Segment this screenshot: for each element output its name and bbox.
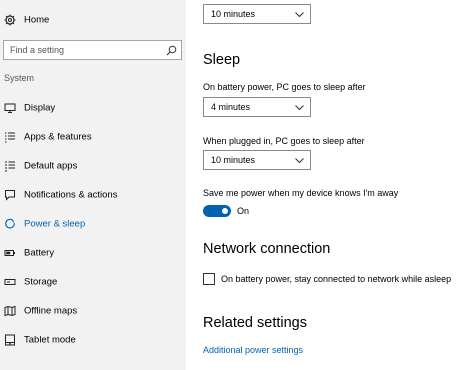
sidebar-item-label: Notifications & actions xyxy=(24,189,118,201)
related-settings-heading: Related settings xyxy=(203,315,307,331)
chevron-down-icon xyxy=(295,158,304,164)
dropdown-value: 10 minutes xyxy=(211,9,256,19)
sidebar-item-apps-features[interactable]: Apps & features xyxy=(0,124,186,150)
toggle-knob xyxy=(222,208,228,214)
sidebar-item-tablet-mode[interactable]: Tablet mode xyxy=(0,327,186,353)
storage-icon xyxy=(4,276,16,288)
home-label: Home xyxy=(24,14,50,26)
screen-off-plugged-dropdown[interactable]: 10 minutes xyxy=(203,4,311,24)
stay-connected-label: On battery power, stay connected to netw… xyxy=(221,274,452,284)
sidebar: Home System Display Apps & features Defa… xyxy=(0,0,186,370)
chevron-down-icon xyxy=(295,105,304,111)
network-heading: Network connection xyxy=(203,241,331,257)
sidebar-item-label: Apps & features xyxy=(24,131,92,143)
save-power-label: Save me power when my device knows I'm a… xyxy=(203,188,399,198)
additional-power-settings-link[interactable]: Additional power settings xyxy=(203,345,303,355)
stay-connected-checkbox[interactable] xyxy=(203,273,215,285)
map-icon xyxy=(4,305,16,317)
sidebar-item-label: Offline maps xyxy=(24,305,78,317)
search-icon[interactable] xyxy=(166,45,177,56)
sidebar-item-display[interactable]: Display xyxy=(0,95,186,121)
main-content: 10 minutes Sleep On battery power, PC go… xyxy=(186,0,474,370)
battery-sleep-label: On battery power, PC goes to sleep after xyxy=(203,82,366,92)
plugged-sleep-dropdown[interactable]: 10 minutes xyxy=(203,150,311,170)
save-power-toggle[interactable] xyxy=(203,205,231,217)
home-nav-item[interactable]: Home xyxy=(0,7,186,33)
battery-sleep-dropdown[interactable]: 4 minutes xyxy=(203,97,311,117)
toggle-state-label: On xyxy=(237,206,250,216)
sidebar-item-label: Tablet mode xyxy=(24,334,76,346)
tablet-icon xyxy=(4,334,16,346)
sidebar-item-label: Display xyxy=(24,102,56,114)
sidebar-item-power-sleep[interactable]: Power & sleep xyxy=(0,211,186,237)
dropdown-value: 10 minutes xyxy=(211,155,256,165)
sidebar-item-battery[interactable]: Battery xyxy=(0,240,186,266)
sidebar-item-storage[interactable]: Storage xyxy=(0,269,186,295)
sidebar-item-offline-maps[interactable]: Offline maps xyxy=(0,298,186,324)
sidebar-item-label: Default apps xyxy=(24,160,78,172)
gear-icon xyxy=(4,14,16,26)
dropdown-value: 4 minutes xyxy=(211,102,251,112)
chevron-down-icon xyxy=(295,12,304,18)
battery-icon xyxy=(4,247,16,259)
section-title: System xyxy=(4,73,35,83)
notification-icon xyxy=(4,189,16,201)
sidebar-item-label: Battery xyxy=(24,247,55,259)
search-input[interactable] xyxy=(10,43,160,57)
search-box xyxy=(3,40,182,60)
sleep-heading: Sleep xyxy=(203,52,241,68)
default-apps-icon xyxy=(4,160,16,172)
list-icon xyxy=(4,131,16,143)
sidebar-item-label: Storage xyxy=(24,276,58,288)
sidebar-item-notifications[interactable]: Notifications & actions xyxy=(0,182,186,208)
sidebar-item-label: Power & sleep xyxy=(24,218,86,230)
monitor-icon xyxy=(4,102,16,114)
plugged-sleep-label: When plugged in, PC goes to sleep after xyxy=(203,136,365,146)
sidebar-item-default-apps[interactable]: Default apps xyxy=(0,153,186,179)
power-icon xyxy=(4,218,16,230)
